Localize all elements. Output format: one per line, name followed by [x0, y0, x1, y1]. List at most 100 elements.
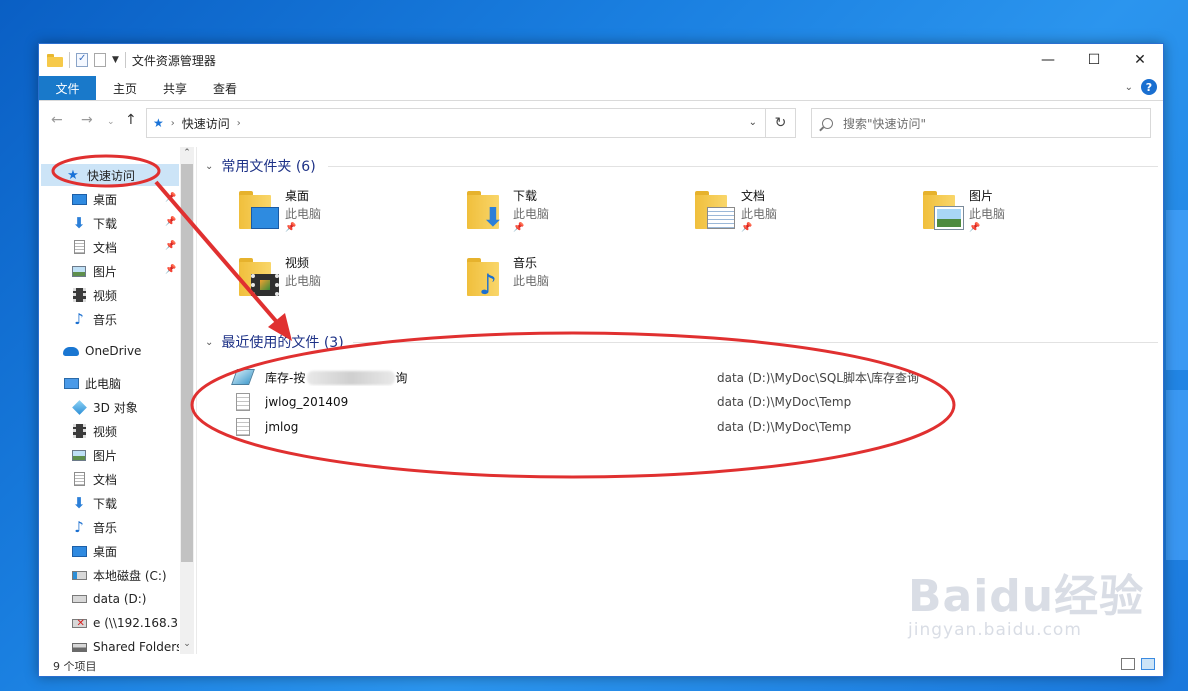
search-placeholder: 搜索"快速访问" [843, 116, 927, 131]
music-folder-icon: ♪ [467, 258, 511, 299]
sidebar-item-pc[interactable]: ♪ 音乐 [71, 516, 117, 538]
maximize-button[interactable]: ☐ [1071, 44, 1117, 76]
scroll-down-icon[interactable]: ⌄ [180, 639, 194, 649]
pin-icon[interactable]: 📌 [165, 265, 176, 275]
minimize-button[interactable]: — [1025, 44, 1071, 76]
pane-divider[interactable] [196, 147, 197, 654]
pin-icon[interactable]: 📌 [165, 217, 176, 227]
breadcrumb-chevron-icon[interactable]: › [171, 118, 175, 129]
sidebar-item-quick[interactable]: ⬇ 下载 [71, 212, 117, 234]
folder-tile[interactable]: 桌面 此电脑 📌 [239, 185, 459, 241]
sidebar-item-label: 视频 [93, 424, 118, 439]
recent-file-row[interactable]: jwlog_201409 data (D:)\MyDoc\Temp [233, 390, 1133, 414]
download-icon: ⬇ [72, 214, 86, 232]
sidebar-item-pc[interactable]: Shared Folders [71, 636, 179, 658]
desktop-folder-icon [239, 191, 283, 229]
sql-file-icon [231, 367, 255, 387]
pin-icon[interactable]: 📌 [165, 193, 176, 203]
sidebar-item-pc[interactable]: 图片 [71, 444, 117, 466]
pin-icon[interactable]: 📌 [513, 223, 524, 233]
file-path: data (D:)\MyDoc\Temp [717, 395, 852, 409]
desktop-tile [1166, 390, 1188, 560]
expand-ribbon-icon[interactable]: ⌄ [1125, 82, 1133, 93]
drive-icon [71, 591, 87, 607]
sidebar-item-quick[interactable]: 视频 [71, 284, 117, 306]
sidebar-item-pc[interactable]: e (\\192.168.3.1 [71, 612, 179, 634]
new-folder-icon[interactable] [94, 53, 106, 67]
sidebar-item-quick[interactable]: 文档 [71, 236, 117, 258]
sidebar-item-pc[interactable]: 视频 [71, 420, 117, 442]
folder-tile[interactable]: 图片 此电脑 📌 [923, 185, 1143, 241]
collapse-chevron-icon[interactable]: ⌄ [205, 161, 213, 172]
sidebar-item-this-pc[interactable]: 此电脑 [63, 372, 121, 394]
back-arrow-icon[interactable]: ← [51, 112, 63, 128]
sidebar-item-onedrive[interactable]: OneDrive [63, 340, 141, 362]
sidebar-item-pc[interactable]: 文档 [71, 468, 117, 490]
recent-locations-icon[interactable]: ⌄ [107, 117, 115, 127]
help-icon[interactable]: ? [1141, 79, 1157, 95]
folder-tile[interactable]: 视频 此电脑 [239, 252, 459, 308]
customize-dropdown-icon[interactable]: ▼ [112, 55, 119, 65]
sidebar-item-pc[interactable]: 本地磁盘 (C:) [71, 564, 167, 586]
details-view-icon[interactable] [1121, 658, 1135, 670]
item-count: 9 个项目 [53, 660, 97, 673]
breadcrumb-chevron-icon[interactable]: › [237, 118, 241, 129]
sidebar-item-pc[interactable]: 桌面 [71, 540, 117, 562]
tab-file[interactable]: 文件 [39, 76, 96, 100]
sidebar-item-label: 图片 [93, 264, 118, 279]
baidu-watermark: Baidu经验 jingyan.baidu.com [908, 560, 1144, 640]
recent-files-header[interactable]: ⌄ 最近使用的文件 (3) [205, 332, 344, 352]
scroll-up-icon[interactable]: ⌃ [180, 148, 194, 158]
text-file-icon [233, 417, 253, 437]
folder-tile[interactable]: ⬇ 下载 此电脑 📌 [467, 185, 687, 241]
view-switcher [1121, 658, 1155, 670]
sidebar-item-label: 下载 [93, 496, 118, 511]
up-arrow-icon[interactable]: ↑ [125, 112, 137, 128]
sidebar-item-quick[interactable]: 桌面 [71, 188, 117, 210]
file-name: jmlog [265, 420, 299, 434]
document-icon [71, 471, 87, 487]
quick-access-toolbar: ▼ [47, 52, 126, 68]
sidebar-item-quick[interactable]: ♪ 音乐 [71, 308, 117, 330]
pin-icon[interactable]: 📌 [285, 223, 296, 233]
sidebar-item-label: 文档 [93, 240, 118, 255]
sidebar-item-pc[interactable]: ⬇ 下载 [71, 492, 117, 514]
sidebar-scrollbar[interactable]: ⌃ ⌄ [180, 147, 194, 654]
close-button[interactable]: ✕ [1117, 44, 1163, 76]
recent-file-row[interactable]: 库存-按询 data (D:)\MyDoc\SQL脚本\库存查询 [231, 365, 1133, 389]
pin-icon[interactable]: 📌 [165, 241, 176, 251]
sidebar-item-quick-access[interactable]: ★ 快速访问 [41, 164, 179, 186]
network-drive-icon [71, 615, 87, 631]
breadcrumb-quick-access[interactable]: 快速访问 [182, 115, 230, 132]
folder-tile[interactable]: 文档 此电脑 📌 [695, 185, 915, 241]
address-bar[interactable]: ★ › 快速访问 › ⌄ [146, 108, 766, 138]
group-divider [353, 342, 1158, 343]
forward-arrow-icon[interactable]: → [81, 112, 93, 128]
tab-share[interactable]: 共享 [150, 76, 200, 100]
search-input[interactable]: 搜索"快速访问" [811, 108, 1151, 138]
refresh-button[interactable]: ↻ [766, 108, 796, 138]
large-icons-view-icon[interactable] [1141, 658, 1155, 670]
separator [69, 52, 70, 68]
pin-icon[interactable]: 📌 [969, 223, 980, 233]
sidebar-item-pc[interactable]: 3D 对象 [71, 396, 138, 418]
tab-view[interactable]: 查看 [200, 76, 250, 100]
sidebar-item-label: 本地磁盘 (C:) [93, 568, 167, 583]
folder-location: 此电脑 [513, 274, 550, 288]
sidebar-item-label: 桌面 [93, 192, 118, 207]
this-pc-icon [63, 377, 79, 389]
collapse-chevron-icon[interactable]: ⌄ [205, 337, 213, 348]
folder-tile[interactable]: ♪ 音乐 此电脑 [467, 252, 687, 308]
search-icon [822, 117, 833, 129]
scrollbar-thumb[interactable] [181, 164, 193, 562]
sidebar-item-quick[interactable]: 图片 [71, 260, 117, 282]
file-path: data (D:)\MyDoc\Temp [717, 420, 852, 434]
sidebar-item-pc[interactable]: data (D:) [71, 588, 147, 610]
pin-icon[interactable]: 📌 [741, 223, 752, 233]
video-icon [71, 423, 87, 439]
properties-icon[interactable] [76, 53, 88, 67]
recent-file-row[interactable]: jmlog data (D:)\MyDoc\Temp [233, 415, 1133, 439]
frequent-folders-header[interactable]: ⌄ 常用文件夹 (6) [205, 156, 316, 176]
tab-home[interactable]: 主页 [100, 76, 150, 100]
address-dropdown-icon[interactable]: ⌄ [749, 117, 757, 128]
